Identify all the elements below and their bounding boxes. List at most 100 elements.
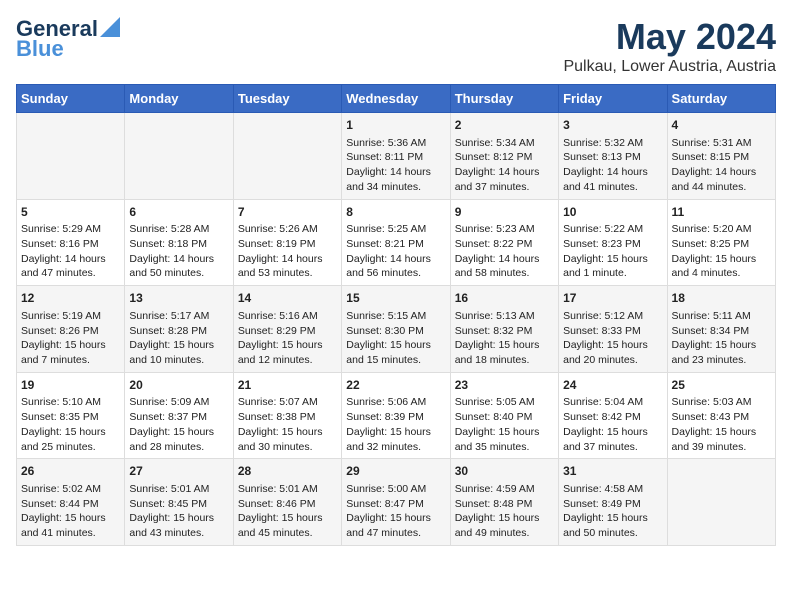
calendar-cell: 12 Sunrise: 5:19 AM Sunset: 8:26 PM Dayli…	[17, 286, 125, 373]
calendar-cell: 27 Sunrise: 5:01 AM Sunset: 8:45 PM Dayli…	[125, 459, 233, 546]
day-info: Sunrise: 5:10 AM Sunset: 8:35 PM Dayligh…	[21, 395, 120, 454]
day-info: Sunrise: 5:07 AM Sunset: 8:38 PM Dayligh…	[238, 395, 337, 454]
calendar-cell: 22Sunrise: 5:06 AM Sunset: 8:39 PM Dayli…	[342, 372, 450, 459]
calendar-cell: 21Sunrise: 5:07 AM Sunset: 8:38 PM Dayli…	[233, 372, 341, 459]
logo-triangle-icon	[100, 17, 120, 37]
day-info: Sunrise: 5:34 AM Sunset: 8:12 PM Dayligh…	[455, 136, 554, 195]
logo: General Blue	[16, 16, 120, 62]
calendar-cell	[17, 113, 125, 200]
calendar-cell: 23Sunrise: 5:05 AM Sunset: 8:40 PM Dayli…	[450, 372, 558, 459]
calendar-cell: 31 Sunrise: 4:58 AM Sunset: 8:49 PM Dayli…	[559, 459, 667, 546]
day-number: 1	[346, 117, 445, 134]
day-number: 23	[455, 377, 554, 394]
day-number: 12	[21, 290, 120, 307]
calendar-week-row: 19Sunrise: 5:10 AM Sunset: 8:35 PM Dayli…	[17, 372, 776, 459]
day-info: Sunrise: 5:01 AM Sunset: 8:45 PM Dayligh…	[129, 482, 228, 541]
day-info: Sunrise: 5:26 AM Sunset: 8:19 PM Dayligh…	[238, 222, 337, 281]
calendar-cell: 17 Sunrise: 5:12 AM Sunset: 8:33 PM Dayli…	[559, 286, 667, 373]
day-info: Sunrise: 5:05 AM Sunset: 8:40 PM Dayligh…	[455, 395, 554, 454]
day-number: 14	[238, 290, 337, 307]
calendar-cell: 24Sunrise: 5:04 AM Sunset: 8:42 PM Dayli…	[559, 372, 667, 459]
calendar-cell: 19Sunrise: 5:10 AM Sunset: 8:35 PM Dayli…	[17, 372, 125, 459]
title-area: May 2024 Pulkau, Lower Austria, Austria	[563, 16, 776, 76]
day-info: Sunrise: 5:28 AM Sunset: 8:18 PM Dayligh…	[129, 222, 228, 281]
day-info: Sunrise: 5:03 AM Sunset: 8:43 PM Dayligh…	[672, 395, 771, 454]
calendar-cell: 5Sunrise: 5:29 AM Sunset: 8:16 PM Daylig…	[17, 199, 125, 286]
main-title: May 2024	[563, 16, 776, 58]
calendar-cell: 29Sunrise: 5:00 AM Sunset: 8:47 PM Dayli…	[342, 459, 450, 546]
day-number: 2	[455, 117, 554, 134]
col-header-sunday: Sunday	[17, 85, 125, 113]
calendar-cell: 30 Sunrise: 4:59 AM Sunset: 8:48 PM Dayli…	[450, 459, 558, 546]
calendar-cell: 1 Sunrise: 5:36 AM Sunset: 8:11 PM Daylig…	[342, 113, 450, 200]
calendar-week-row: 26Sunrise: 5:02 AM Sunset: 8:44 PM Dayli…	[17, 459, 776, 546]
calendar-cell: 16Sunrise: 5:13 AM Sunset: 8:32 PM Dayli…	[450, 286, 558, 373]
day-number: 20	[129, 377, 228, 394]
day-number: 17	[563, 290, 662, 307]
calendar-cell: 7Sunrise: 5:26 AM Sunset: 8:19 PM Daylig…	[233, 199, 341, 286]
day-info: Sunrise: 5:17 AM Sunset: 8:28 PM Dayligh…	[129, 309, 228, 368]
day-info: Sunrise: 5:13 AM Sunset: 8:32 PM Dayligh…	[455, 309, 554, 368]
page-header: General Blue May 2024 Pulkau, Lower Aust…	[16, 16, 776, 76]
day-number: 26	[21, 463, 120, 480]
day-info: Sunrise: 5:06 AM Sunset: 8:39 PM Dayligh…	[346, 395, 445, 454]
calendar-cell: 6Sunrise: 5:28 AM Sunset: 8:18 PM Daylig…	[125, 199, 233, 286]
calendar-cell: 10Sunrise: 5:22 AM Sunset: 8:23 PM Dayli…	[559, 199, 667, 286]
calendar-cell: 26Sunrise: 5:02 AM Sunset: 8:44 PM Dayli…	[17, 459, 125, 546]
calendar-cell: 4 Sunrise: 5:31 AM Sunset: 8:15 PM Daylig…	[667, 113, 775, 200]
calendar-cell	[667, 459, 775, 546]
calendar-cell	[233, 113, 341, 200]
logo-blue: Blue	[16, 36, 64, 62]
day-info: Sunrise: 5:29 AM Sunset: 8:16 PM Dayligh…	[21, 222, 120, 281]
day-info: Sunrise: 5:19 AM Sunset: 8:26 PM Dayligh…	[21, 309, 120, 368]
calendar-cell: 9Sunrise: 5:23 AM Sunset: 8:22 PM Daylig…	[450, 199, 558, 286]
subtitle: Pulkau, Lower Austria, Austria	[563, 58, 776, 76]
day-number: 18	[672, 290, 771, 307]
day-number: 5	[21, 204, 120, 221]
day-info: Sunrise: 5:12 AM Sunset: 8:33 PM Dayligh…	[563, 309, 662, 368]
day-info: Sunrise: 5:01 AM Sunset: 8:46 PM Dayligh…	[238, 482, 337, 541]
calendar-cell: 13 Sunrise: 5:17 AM Sunset: 8:28 PM Dayli…	[125, 286, 233, 373]
day-number: 28	[238, 463, 337, 480]
calendar-week-row: 5Sunrise: 5:29 AM Sunset: 8:16 PM Daylig…	[17, 199, 776, 286]
calendar-cell: 2 Sunrise: 5:34 AM Sunset: 8:12 PM Daylig…	[450, 113, 558, 200]
day-number: 9	[455, 204, 554, 221]
calendar-week-row: 12 Sunrise: 5:19 AM Sunset: 8:26 PM Dayli…	[17, 286, 776, 373]
day-info: Sunrise: 5:36 AM Sunset: 8:11 PM Dayligh…	[346, 136, 445, 195]
day-number: 4	[672, 117, 771, 134]
day-number: 25	[672, 377, 771, 394]
col-header-saturday: Saturday	[667, 85, 775, 113]
calendar-cell: 28 Sunrise: 5:01 AM Sunset: 8:46 PM Dayli…	[233, 459, 341, 546]
day-number: 10	[563, 204, 662, 221]
day-info: Sunrise: 4:59 AM Sunset: 8:48 PM Dayligh…	[455, 482, 554, 541]
calendar-cell: 11Sunrise: 5:20 AM Sunset: 8:25 PM Dayli…	[667, 199, 775, 286]
day-info: Sunrise: 4:58 AM Sunset: 8:49 PM Dayligh…	[563, 482, 662, 541]
day-info: Sunrise: 5:32 AM Sunset: 8:13 PM Dayligh…	[563, 136, 662, 195]
calendar-cell: 20Sunrise: 5:09 AM Sunset: 8:37 PM Dayli…	[125, 372, 233, 459]
calendar-cell	[125, 113, 233, 200]
day-number: 31	[563, 463, 662, 480]
col-header-thursday: Thursday	[450, 85, 558, 113]
calendar-cell: 8Sunrise: 5:25 AM Sunset: 8:21 PM Daylig…	[342, 199, 450, 286]
day-info: Sunrise: 5:20 AM Sunset: 8:25 PM Dayligh…	[672, 222, 771, 281]
calendar-cell: 18 Sunrise: 5:11 AM Sunset: 8:34 PM Dayli…	[667, 286, 775, 373]
calendar-cell: 15 Sunrise: 5:15 AM Sunset: 8:30 PM Dayli…	[342, 286, 450, 373]
day-number: 8	[346, 204, 445, 221]
day-number: 13	[129, 290, 228, 307]
day-number: 30	[455, 463, 554, 480]
calendar-cell: 3Sunrise: 5:32 AM Sunset: 8:13 PM Daylig…	[559, 113, 667, 200]
day-info: Sunrise: 5:11 AM Sunset: 8:34 PM Dayligh…	[672, 309, 771, 368]
day-number: 27	[129, 463, 228, 480]
col-header-tuesday: Tuesday	[233, 85, 341, 113]
calendar-cell: 25Sunrise: 5:03 AM Sunset: 8:43 PM Dayli…	[667, 372, 775, 459]
day-info: Sunrise: 5:31 AM Sunset: 8:15 PM Dayligh…	[672, 136, 771, 195]
day-number: 15	[346, 290, 445, 307]
day-number: 24	[563, 377, 662, 394]
day-number: 7	[238, 204, 337, 221]
day-number: 29	[346, 463, 445, 480]
day-info: Sunrise: 5:15 AM Sunset: 8:30 PM Dayligh…	[346, 309, 445, 368]
day-info: Sunrise: 5:16 AM Sunset: 8:29 PM Dayligh…	[238, 309, 337, 368]
day-info: Sunrise: 5:04 AM Sunset: 8:42 PM Dayligh…	[563, 395, 662, 454]
day-number: 11	[672, 204, 771, 221]
day-number: 6	[129, 204, 228, 221]
